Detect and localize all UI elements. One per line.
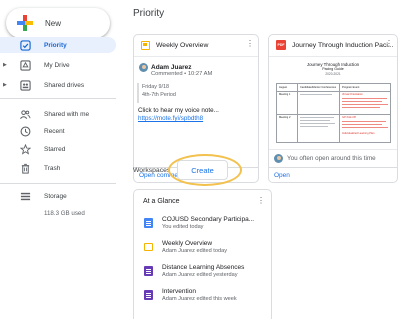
- sidebar-item-label: Shared with me: [44, 110, 90, 118]
- clock-icon: [19, 125, 31, 137]
- sidebar-divider: [0, 98, 116, 99]
- expand-arrow-icon[interactable]: ▶: [3, 82, 7, 88]
- docs-icon: [144, 218, 153, 228]
- doc-col-header: Program Event: [342, 86, 360, 89]
- my-drive-icon: [19, 59, 31, 71]
- sidebar-item-my-drive[interactable]: ▶ My Drive: [0, 57, 116, 73]
- item-title: Intervention: [162, 288, 196, 295]
- people-icon: [19, 108, 31, 120]
- document-preview[interactable]: Journey Through Induction Pacing Guide 2…: [269, 56, 397, 149]
- suggestion-row: You often open around this time: [269, 149, 397, 167]
- list-item[interactable]: Weekly Overview Adam Juarez edited today: [134, 238, 271, 262]
- list-item[interactable]: COJUSD Secondary Participa... You edited…: [134, 214, 271, 238]
- priority-card-journey-through-induction[interactable]: PDF Journey Through Induction Paci... ⋮ …: [268, 34, 398, 183]
- sidebar-item-label: Trash: [44, 164, 61, 172]
- doc-subheading: Pacing Guide: [322, 67, 344, 71]
- card-title: Weekly Overview: [156, 41, 209, 49]
- item-title: Weekly Overview: [162, 240, 213, 247]
- open-link[interactable]: Open: [269, 167, 397, 183]
- doc-event: ILP Kick-Off: [342, 116, 356, 119]
- sidebar-item-label: Storage: [44, 192, 67, 200]
- sidebar-item-storage[interactable]: Storage: [0, 188, 116, 204]
- doc-row-label: Meeting 1: [279, 93, 291, 96]
- create-workspace-button[interactable]: Create: [177, 160, 228, 180]
- comment-time: Commented • 10:27 AM: [151, 71, 213, 77]
- doc-row-label: Meeting 2: [279, 116, 291, 119]
- quote-line: Friday 9/18: [142, 84, 169, 90]
- sidebar-item-label: My Drive: [44, 61, 70, 69]
- sidebar-item-label: Priority: [44, 41, 67, 49]
- workspaces-label: Workspaces: [133, 167, 171, 174]
- item-title: COJUSD Secondary Participa...: [162, 216, 255, 223]
- avatar: [139, 63, 148, 72]
- card-header[interactable]: PDF Journey Through Induction Paci...: [269, 35, 397, 55]
- new-button[interactable]: New: [6, 8, 110, 38]
- sidebar-item-label: Shared drives: [44, 81, 85, 89]
- sidebar-item-trash[interactable]: Trash: [0, 160, 116, 176]
- forms-icon: [144, 266, 153, 276]
- shared-drives-icon: [19, 79, 31, 91]
- suggestion-text: You often open around this time: [287, 155, 376, 162]
- item-subtitle: You edited today: [162, 224, 204, 230]
- more-options-icon[interactable]: ⋮: [246, 40, 254, 48]
- at-a-glance-panel: At a Glance ⋮ COJUSD Secondary Participa…: [133, 189, 272, 319]
- trash-icon: [19, 162, 31, 174]
- page-title: Priority: [133, 8, 165, 19]
- doc-table: August Candidate/Mentor Conferences Prog…: [276, 83, 391, 143]
- forms-icon: [144, 290, 153, 300]
- sidebar-item-starred[interactable]: Starred: [0, 141, 116, 157]
- avatar: [274, 154, 283, 163]
- expand-arrow-icon[interactable]: ▶: [3, 62, 7, 68]
- list-item[interactable]: Distance Learning Absences Adam Juarez e…: [134, 262, 271, 286]
- more-options-icon[interactable]: ⋮: [257, 197, 265, 205]
- storage-used-text: 118.3 GB used: [44, 210, 85, 217]
- doc-event: Individualized Learning Plan: [342, 132, 375, 135]
- doc-event: Virtual Orientation: [342, 93, 363, 96]
- sidebar-item-recent[interactable]: Recent: [0, 123, 116, 139]
- doc-col-header: August: [279, 86, 288, 89]
- more-options-icon[interactable]: ⋮: [385, 40, 393, 48]
- item-title: Distance Learning Absences: [162, 264, 245, 271]
- pdf-icon: PDF: [276, 40, 286, 50]
- slides-icon: [141, 40, 150, 50]
- glance-title: At a Glance: [143, 198, 180, 205]
- new-button-label: New: [45, 18, 62, 28]
- storage-icon: [19, 190, 31, 202]
- sidebar-item-label: Starred: [44, 145, 66, 153]
- quote-line: 4th-7th Period: [142, 92, 176, 98]
- item-subtitle: Adam Juarez edited today: [162, 248, 227, 254]
- slides-icon: [144, 243, 153, 251]
- list-item[interactable]: Intervention Adam Juarez edited this wee…: [134, 286, 271, 310]
- star-icon: [19, 143, 31, 155]
- priority-check-icon: [19, 39, 31, 51]
- comment-preview[interactable]: Adam Juarez Commented • 10:27 AM Friday …: [134, 56, 258, 167]
- sidebar-item-shared-drives[interactable]: ▶ Shared drives: [0, 77, 116, 93]
- sidebar-item-priority[interactable]: Priority: [0, 37, 116, 53]
- sidebar-divider: [0, 183, 116, 184]
- item-subtitle: Adam Juarez edited this week: [162, 296, 237, 302]
- comment-author: Adam Juarez: [151, 64, 192, 71]
- card-title: Journey Through Induction Paci...: [292, 41, 394, 49]
- sidebar-item-shared-with-me[interactable]: Shared with me: [0, 106, 116, 122]
- plus-icon: [17, 15, 33, 31]
- comment-quote: Friday 9/18 4th-7th Period: [137, 83, 250, 103]
- comment-link[interactable]: https://mote.fyi/spbdth8: [138, 115, 203, 122]
- sidebar-item-label: Recent: [44, 127, 65, 135]
- doc-year: 2020-2021: [325, 72, 341, 76]
- comment-text: Click to hear my voice note...: [138, 107, 219, 114]
- item-subtitle: Adam Juarez edited yesterday: [162, 272, 238, 278]
- card-header[interactable]: Weekly Overview: [134, 35, 258, 55]
- doc-col-header: Candidate/Mentor Conferences: [300, 86, 337, 89]
